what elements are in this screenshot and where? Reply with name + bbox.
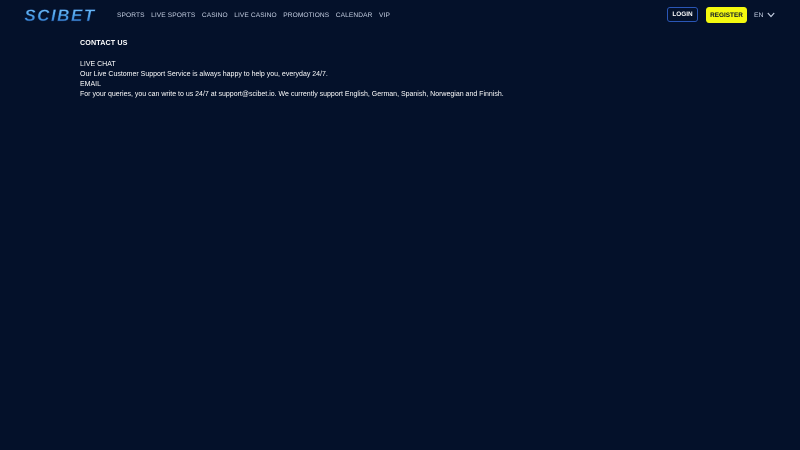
nav-live-casino[interactable]: LIVE CASINO	[234, 12, 277, 19]
scibet-logo[interactable]: SCIBET	[9, 6, 111, 24]
language-label: EN	[754, 11, 764, 19]
live-chat-heading: LIVE CHAT	[80, 61, 116, 68]
nav-live-sports[interactable]: LIVE SPORTS	[151, 12, 195, 19]
nav-vip[interactable]: VIP	[379, 12, 390, 19]
page-title: CONTACT US	[80, 38, 128, 47]
nav-promotions[interactable]: PROMOTIONS	[283, 12, 329, 19]
register-button[interactable]: REGISTER	[706, 7, 747, 23]
live-chat-text: Our Live Customer Support Service is alw…	[80, 71, 328, 78]
chevron-down-icon	[767, 12, 776, 18]
main-nav: SPORTS LIVE SPORTS CASINO LIVE CASINO PR…	[117, 0, 396, 30]
email-text: For your queries, you can write to us 24…	[80, 91, 504, 98]
nav-sports[interactable]: SPORTS	[117, 12, 145, 19]
language-selector[interactable]: EN	[754, 9, 776, 21]
contact-content: CONTACT US LIVE CHAT Our Live Customer S…	[80, 38, 720, 100]
nav-casino[interactable]: CASINO	[202, 12, 228, 19]
email-heading: EMAIL	[80, 81, 102, 88]
top-header: SCIBET SPORTS LIVE SPORTS CASINO LIVE CA…	[0, 0, 800, 30]
login-button[interactable]: LOGIN	[667, 7, 698, 22]
logo-text: SCIBET	[24, 6, 95, 24]
page: SCIBET SPORTS LIVE SPORTS CASINO LIVE CA…	[0, 0, 800, 450]
nav-calendar[interactable]: CALENDAR	[336, 12, 373, 19]
